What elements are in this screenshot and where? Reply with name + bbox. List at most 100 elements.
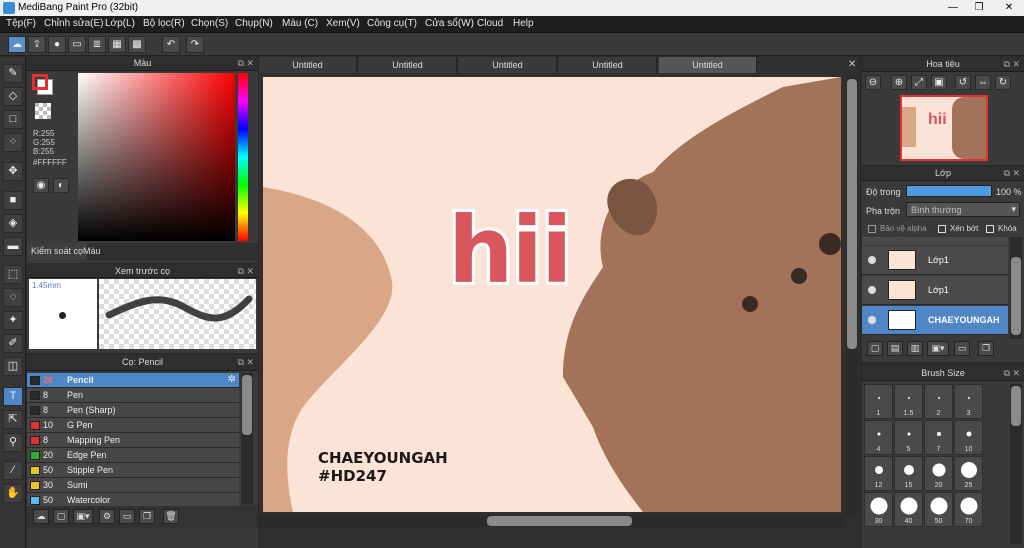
layer-row-partial[interactable]: [862, 237, 1008, 245]
hue-slider[interactable]: [238, 73, 248, 241]
drawing-canvas[interactable]: hii CHAEYOUNGAH #HD247: [263, 77, 841, 512]
canvas-horizontal-scrollbar[interactable]: [259, 515, 845, 527]
brush-size-cell[interactable]: 25: [954, 456, 983, 491]
rotate-right-icon[interactable]: ↻: [995, 75, 1011, 90]
layer-list-scroll-thumb[interactable]: [1011, 257, 1021, 335]
operation-icon[interactable]: ⇱: [3, 410, 23, 429]
brush-size-cell[interactable]: 5: [894, 420, 923, 455]
actual-size-icon[interactable]: ▣: [931, 75, 947, 90]
tab-color[interactable]: Màu: [79, 243, 105, 260]
layer-folder-icon[interactable]: ▭: [954, 341, 970, 356]
brush-delete-icon[interactable]: 🗑: [163, 509, 179, 524]
comment-icon[interactable]: ▭: [68, 36, 86, 53]
eye-icon[interactable]: [868, 286, 876, 294]
text-icon[interactable]: T: [3, 387, 23, 406]
brush-size-cell[interactable]: 20: [924, 456, 953, 491]
rectangle-icon[interactable]: □: [3, 110, 23, 129]
opacity-slider[interactable]: [906, 185, 992, 197]
canvas-vertical-scrollbar[interactable]: [846, 75, 858, 515]
brush-size-cell[interactable]: 7: [924, 420, 953, 455]
bucket-icon[interactable]: ◈: [3, 214, 23, 233]
brush-list-item[interactable]: 50 Stipple Pen: [27, 463, 239, 478]
brush-list-scroll-thumb[interactable]: [242, 375, 252, 435]
canvas-vertical-scroll-thumb[interactable]: [847, 79, 857, 349]
blend-mode-select[interactable]: Bình thường ▾: [906, 202, 1020, 217]
transparent-swatch[interactable]: [35, 103, 51, 119]
panel-float-close-icons[interactable]: ⧉ ✕: [238, 265, 254, 277]
new-layer-icon[interactable]: ▢: [867, 341, 883, 356]
brush-size-cell[interactable]: 2: [924, 384, 953, 419]
brush-settings-icon[interactable]: ⚙: [99, 509, 115, 524]
maximize-button[interactable]: ❐: [966, 0, 992, 16]
document-tab-3[interactable]: Untitled: [459, 57, 557, 73]
brush-size-cell[interactable]: 70: [954, 492, 983, 527]
eraser-icon[interactable]: ◇: [3, 87, 23, 106]
brush-list-scrollbar[interactable]: [241, 373, 253, 504]
add-brush-dropdown-icon[interactable]: ▣▾: [73, 509, 93, 524]
export-icon[interactable]: ⇪: [28, 36, 46, 53]
add-layer-dropdown-icon[interactable]: ▣▾: [927, 341, 949, 356]
document-tab-2[interactable]: Untitled: [359, 57, 457, 73]
eye-icon[interactable]: [868, 316, 876, 324]
brush-size-cell[interactable]: 15: [894, 456, 923, 491]
redo-icon[interactable]: ↷: [186, 36, 204, 53]
panel-float-close-icons[interactable]: ⧉ ✕: [1004, 167, 1020, 180]
gear-icon[interactable]: ✲: [228, 374, 236, 385]
menu-edit[interactable]: Chỉnh sửa(E): [44, 18, 104, 29]
undo-icon[interactable]: ↶: [162, 36, 180, 53]
rotate-left-icon[interactable]: ↺: [955, 75, 971, 90]
panel-float-close-icons[interactable]: ⧉ ✕: [1004, 366, 1020, 380]
brush-size-cell[interactable]: 3: [954, 384, 983, 419]
brush-size-cell[interactable]: 4: [864, 420, 893, 455]
menu-window[interactable]: Cửa sổ(W): [425, 18, 474, 29]
select-eraser-icon[interactable]: ◫: [3, 357, 23, 376]
flip-icon[interactable]: ⇔: [975, 75, 991, 90]
panel-float-close-icons[interactable]: ⧉ ✕: [238, 355, 254, 370]
menu-file[interactable]: Tệp(F): [6, 18, 36, 29]
menu-view[interactable]: Xem(V): [326, 18, 360, 29]
fit-window-icon[interactable]: ⤢: [911, 75, 927, 90]
brush-size-cell[interactable]: 10: [954, 420, 983, 455]
brush-size-cell[interactable]: 40: [894, 492, 923, 527]
new-layer-1bit-icon[interactable]: ▥: [907, 341, 923, 356]
new-layer-8bit-icon[interactable]: ▤: [887, 341, 903, 356]
brush-list-item[interactable]: 8 Pen: [27, 388, 239, 403]
hand-icon[interactable]: ✋: [3, 484, 23, 503]
canvas-horizontal-scroll-thumb[interactable]: [487, 516, 632, 526]
navigator-preview[interactable]: hii: [900, 95, 988, 161]
lasso-icon[interactable]: ◌: [3, 288, 23, 307]
menu-help[interactable]: Help: [513, 18, 534, 29]
layer-row[interactable]: CHAEYOUNGAH: [862, 306, 1008, 335]
brush-size-cell[interactable]: 50: [924, 492, 953, 527]
brush-duplicate-icon[interactable]: ❐: [139, 509, 155, 524]
brush-icon[interactable]: ✎: [3, 64, 23, 83]
menu-layer[interactable]: Lớp(L): [105, 18, 135, 29]
brush-folder-icon[interactable]: ▭: [119, 509, 135, 524]
brush-list-item[interactable]: 20 Edge Pen: [27, 448, 239, 463]
tiles-icon[interactable]: ▩: [128, 36, 146, 53]
select-pen-icon[interactable]: ✐: [3, 334, 23, 353]
layer-list-scrollbar[interactable]: [1010, 237, 1022, 339]
new-brush-icon[interactable]: ▢: [53, 509, 69, 524]
brush-size-cell[interactable]: 12: [864, 456, 893, 491]
grid-icon[interactable]: ▦: [108, 36, 126, 53]
primary-color-swatch[interactable]: [32, 74, 48, 90]
brush-list-item[interactable]: 8 Pen (Sharp): [27, 403, 239, 418]
close-button[interactable]: ✕: [994, 0, 1024, 16]
menu-color[interactable]: Màu (C): [282, 18, 318, 29]
panel-float-close-icons[interactable]: ⧉ ✕: [1004, 57, 1020, 71]
minimize-button[interactable]: —: [940, 0, 966, 16]
panel-float-close-icons[interactable]: ⧉ ✕: [238, 57, 254, 70]
alpha-lock-checkbox[interactable]: [868, 225, 876, 233]
eyedropper-icon[interactable]: ⚲: [3, 433, 23, 452]
gradient-icon[interactable]: ▬: [3, 237, 23, 256]
pen-knife-icon[interactable]: ⁄: [3, 461, 23, 480]
menu-cloud[interactable]: Cloud: [477, 18, 503, 29]
close-document-icon[interactable]: ✕: [848, 59, 856, 70]
brush-size-scrollbar[interactable]: [1010, 384, 1022, 544]
brush-list-item[interactable]: 10 G Pen: [27, 418, 239, 433]
brush-size-cell[interactable]: 1.5: [894, 384, 923, 419]
color-picker-icon[interactable]: ◐: [53, 178, 69, 193]
document-tab-5[interactable]: Untitled: [659, 57, 757, 73]
cloud-icon[interactable]: ☁: [8, 36, 26, 53]
